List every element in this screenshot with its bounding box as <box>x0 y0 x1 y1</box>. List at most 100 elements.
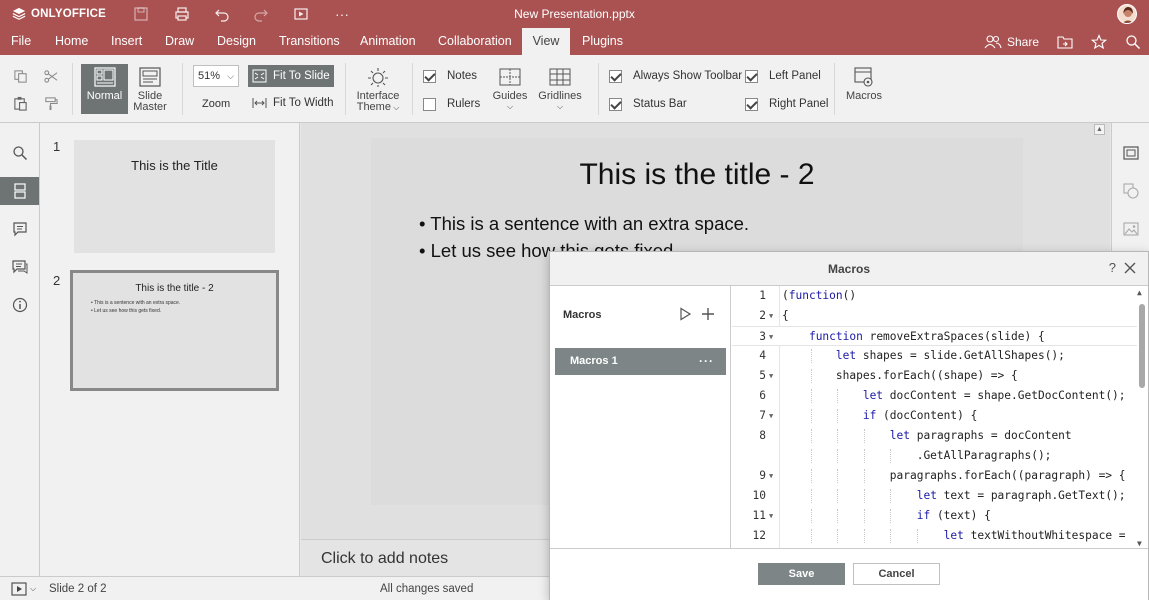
tab-insert[interactable]: Insert <box>103 28 150 55</box>
tab-design[interactable]: Design <box>209 28 264 55</box>
slide-settings-icon[interactable] <box>1121 143 1141 163</box>
code-text: let shapes = slide.GetAllShapes(); <box>835 349 1065 362</box>
copy-icon[interactable] <box>11 67 29 85</box>
code-editor[interactable]: ▲ ▼ 1 (function() 2 ▼{3 ▼ function removeExt… <box>732 286 1148 548</box>
slide-thumbnail-2[interactable]: This is the title - 2 • This is a senten… <box>70 270 279 391</box>
shape-settings-icon[interactable] <box>1121 181 1141 201</box>
more-icon[interactable]: ··· <box>333 5 351 23</box>
copy-style-icon[interactable] <box>41 94 59 112</box>
close-icon[interactable] <box>1122 260 1138 276</box>
scroll-up-icon[interactable]: ▲ <box>1137 288 1142 297</box>
code-line[interactable]: 12 let textWithoutWhitespace = <box>732 526 1137 546</box>
fold-arrow-icon[interactable]: ▼ <box>769 306 773 326</box>
code-line[interactable]: 11 ▼ if (text) { <box>732 506 1137 526</box>
code-line[interactable]: .GetAllParagraphs(); <box>732 446 1137 466</box>
fold-arrow-icon[interactable]: ▼ <box>769 406 773 426</box>
favorite-star-icon[interactable] <box>1091 33 1107 50</box>
left-panel-checkbox[interactable]: Left Panel <box>745 68 821 84</box>
comments-icon[interactable] <box>0 215 39 243</box>
dialog-title: Macros <box>827 262 871 276</box>
gridlines-button[interactable]: Gridlines ⌵ <box>535 64 585 114</box>
slide-title[interactable]: This is the title - 2 <box>371 158 1023 192</box>
code-line[interactable]: 7 ▼ if (docContent) { <box>732 406 1137 426</box>
code-line[interactable]: 1 (function() <box>732 286 1137 306</box>
notes-checkbox[interactable]: Notes <box>423 68 477 84</box>
paste-icon[interactable] <box>11 94 29 112</box>
run-macro-icon[interactable] <box>678 307 692 321</box>
save-button[interactable]: Save <box>758 563 845 585</box>
code-line[interactable]: 8 let paragraphs = docContent <box>732 426 1137 446</box>
fit-to-width-button[interactable]: Fit To Width <box>248 92 338 114</box>
right-panel-checkbox[interactable]: Right Panel <box>745 96 828 112</box>
slide-thumbnails-panel: 1 This is the Title 2 This is the title … <box>40 123 300 576</box>
search-icon[interactable] <box>1125 34 1141 50</box>
redo-icon[interactable] <box>252 5 270 23</box>
tab-home[interactable]: Home <box>47 28 96 55</box>
guides-button[interactable]: Guides ⌵ <box>489 64 531 114</box>
info-icon[interactable] <box>0 291 39 319</box>
print-icon[interactable] <box>173 5 191 23</box>
slides-panel-icon[interactable] <box>0 177 39 205</box>
slide-thumbnail-1[interactable]: This is the Title <box>74 140 275 253</box>
fold-arrow-icon[interactable]: ▼ <box>769 506 773 526</box>
chat-icon[interactable] <box>0 253 39 281</box>
add-macro-icon[interactable] <box>700 306 716 322</box>
start-slideshow-icon[interactable] <box>292 5 310 23</box>
fold-arrow-icon[interactable]: ▼ <box>769 466 773 486</box>
status-bar-checkbox[interactable]: Status Bar <box>609 96 687 112</box>
more-options-icon[interactable]: ··· <box>699 348 714 375</box>
macro-name: Macros 1 <box>570 355 618 367</box>
onlyoffice-logo-icon <box>12 7 26 20</box>
tab-transitions[interactable]: Transitions <box>271 28 348 55</box>
search-icon[interactable] <box>0 139 39 167</box>
tab-plugins[interactable]: Plugins <box>574 28 631 55</box>
rulers-checkbox[interactable]: Rulers <box>423 96 480 112</box>
cancel-button[interactable]: Cancel <box>853 563 940 585</box>
code-text: function removeExtraSpaces(slide) { <box>808 330 1045 343</box>
code-line[interactable]: 3 ▼ function removeExtraSpaces(slide) { <box>732 326 1137 346</box>
undo-icon[interactable] <box>213 5 231 23</box>
fold-arrow-icon[interactable]: ▼ <box>769 366 773 386</box>
gridlines-label: Gridlines <box>538 90 582 102</box>
slide-bullet[interactable]: • This is a sentence with an extra space… <box>419 213 749 235</box>
always-show-toolbar-checkbox[interactable]: Always Show Toolbar <box>609 68 742 84</box>
tab-view[interactable]: View <box>522 28 570 55</box>
help-icon[interactable]: ? <box>1109 260 1116 275</box>
open-location-icon[interactable] <box>1057 34 1073 50</box>
macro-list-item[interactable]: Macros 1 ··· <box>555 348 726 375</box>
code-line[interactable]: 9 ▼ paragraphs.forEach((paragraph) => { <box>732 466 1137 486</box>
macros-button[interactable]: Macros <box>842 64 886 114</box>
save-icon[interactable] <box>132 5 150 23</box>
slide-master-button[interactable]: Slide Master <box>131 64 169 114</box>
scrollbar-thumb[interactable] <box>1139 304 1145 388</box>
cut-icon[interactable] <box>41 67 59 85</box>
code-line[interactable]: 4 let shapes = slide.GetAllShapes(); <box>732 346 1137 366</box>
play-slideshow-icon <box>11 582 27 596</box>
fit-to-slide-button[interactable]: Fit To Slide <box>248 65 334 87</box>
gridlines-icon <box>549 68 571 86</box>
tab-draw[interactable]: Draw <box>157 28 202 55</box>
scroll-down-icon[interactable]: ▼ <box>1137 539 1142 548</box>
tab-file[interactable]: File <box>3 28 39 55</box>
code-scrollbar[interactable]: ▲ ▼ <box>1136 288 1146 548</box>
interface-theme-button[interactable]: Interface Theme ⌵ <box>352 64 404 114</box>
zoom-select[interactable]: 51% ⌵ <box>193 65 239 87</box>
code-line[interactable]: 2 ▼ { <box>732 306 1137 326</box>
tab-animation[interactable]: Animation <box>352 28 424 55</box>
fold-arrow-icon[interactable]: ▼ <box>769 327 773 347</box>
code-line[interactable]: 6 let docContent = shape.GetDocContent()… <box>732 386 1137 406</box>
macros-icon <box>854 67 873 87</box>
code-text: .GetAllParagraphs(); <box>782 449 1052 462</box>
image-settings-icon[interactable] <box>1121 219 1141 239</box>
thumbnail-title: This is the title - 2 <box>135 283 214 294</box>
scroll-up-arrow-icon[interactable]: ▲ <box>1094 124 1105 135</box>
normal-view-button[interactable]: Normal <box>81 64 128 114</box>
code-text: let textWithoutWhitespace = <box>943 529 1126 542</box>
code-line[interactable]: 5 ▼ shapes.forEach((shape) => { <box>732 366 1137 386</box>
avatar[interactable] <box>1117 4 1137 24</box>
code-text: shapes.forEach((shape) => { <box>782 369 1018 382</box>
share-button[interactable]: Share <box>984 34 1039 50</box>
tab-collaboration[interactable]: Collaboration <box>430 28 520 55</box>
code-line[interactable]: 10 let text = paragraph.GetText(); <box>732 486 1137 506</box>
slideshow-button[interactable]: ⌵ <box>11 582 36 596</box>
